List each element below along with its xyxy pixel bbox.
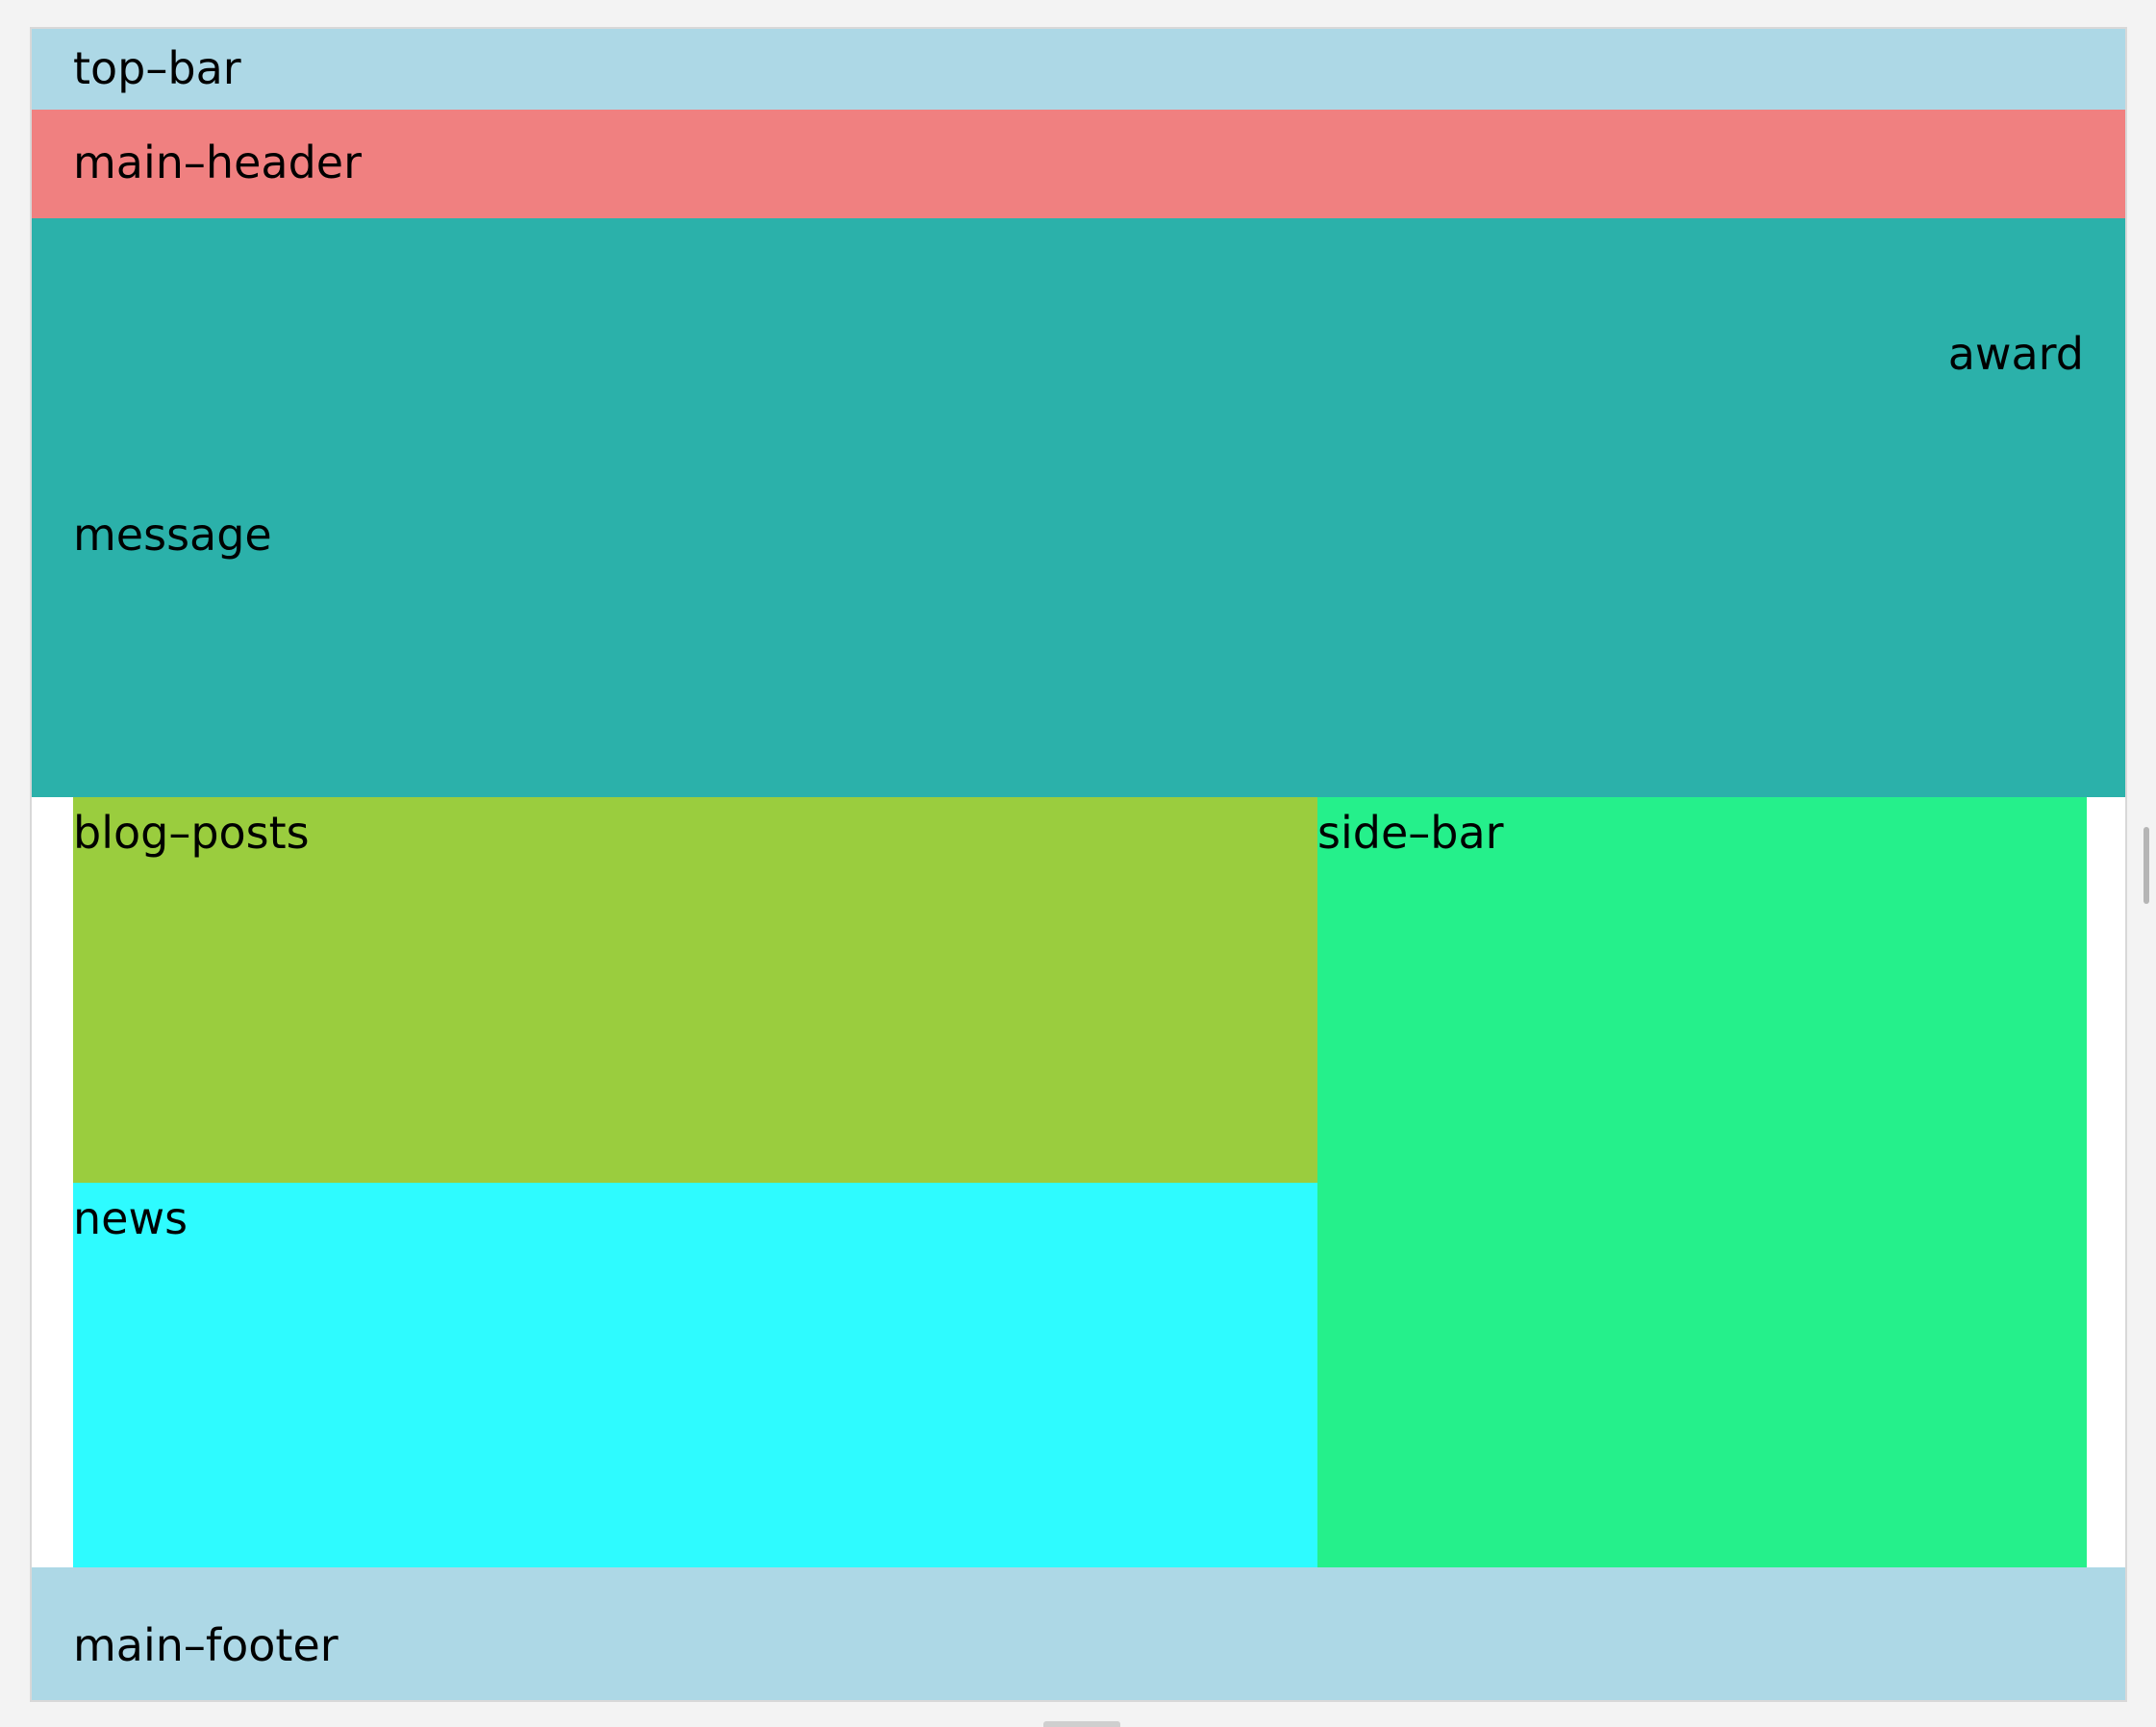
news-label: news xyxy=(73,1192,188,1244)
top-bar: top–bar xyxy=(32,29,2125,110)
main-header-label: main–header xyxy=(73,137,362,188)
news-section: news xyxy=(73,1183,1317,1567)
side-bar-section: side–bar xyxy=(1317,797,2087,1567)
blog-posts-section: blog–posts xyxy=(73,797,1317,1183)
page-viewport: top–bar main–header message award blog–p… xyxy=(30,27,2127,1702)
message-section: message award xyxy=(32,218,2125,797)
message-label: message xyxy=(73,509,272,561)
main-header: main–header xyxy=(32,110,2125,218)
bottom-drag-handle[interactable] xyxy=(1043,1721,1120,1727)
award-label: award xyxy=(1947,328,2084,380)
blog-posts-label: blog–posts xyxy=(73,807,310,859)
top-bar-label: top–bar xyxy=(73,42,241,94)
side-bar-label: side–bar xyxy=(1317,807,1504,859)
main-footer-label: main–footer xyxy=(73,1619,338,1671)
main-footer: main–footer xyxy=(32,1567,2125,1700)
vertical-scrollbar-thumb[interactable] xyxy=(2143,827,2149,904)
